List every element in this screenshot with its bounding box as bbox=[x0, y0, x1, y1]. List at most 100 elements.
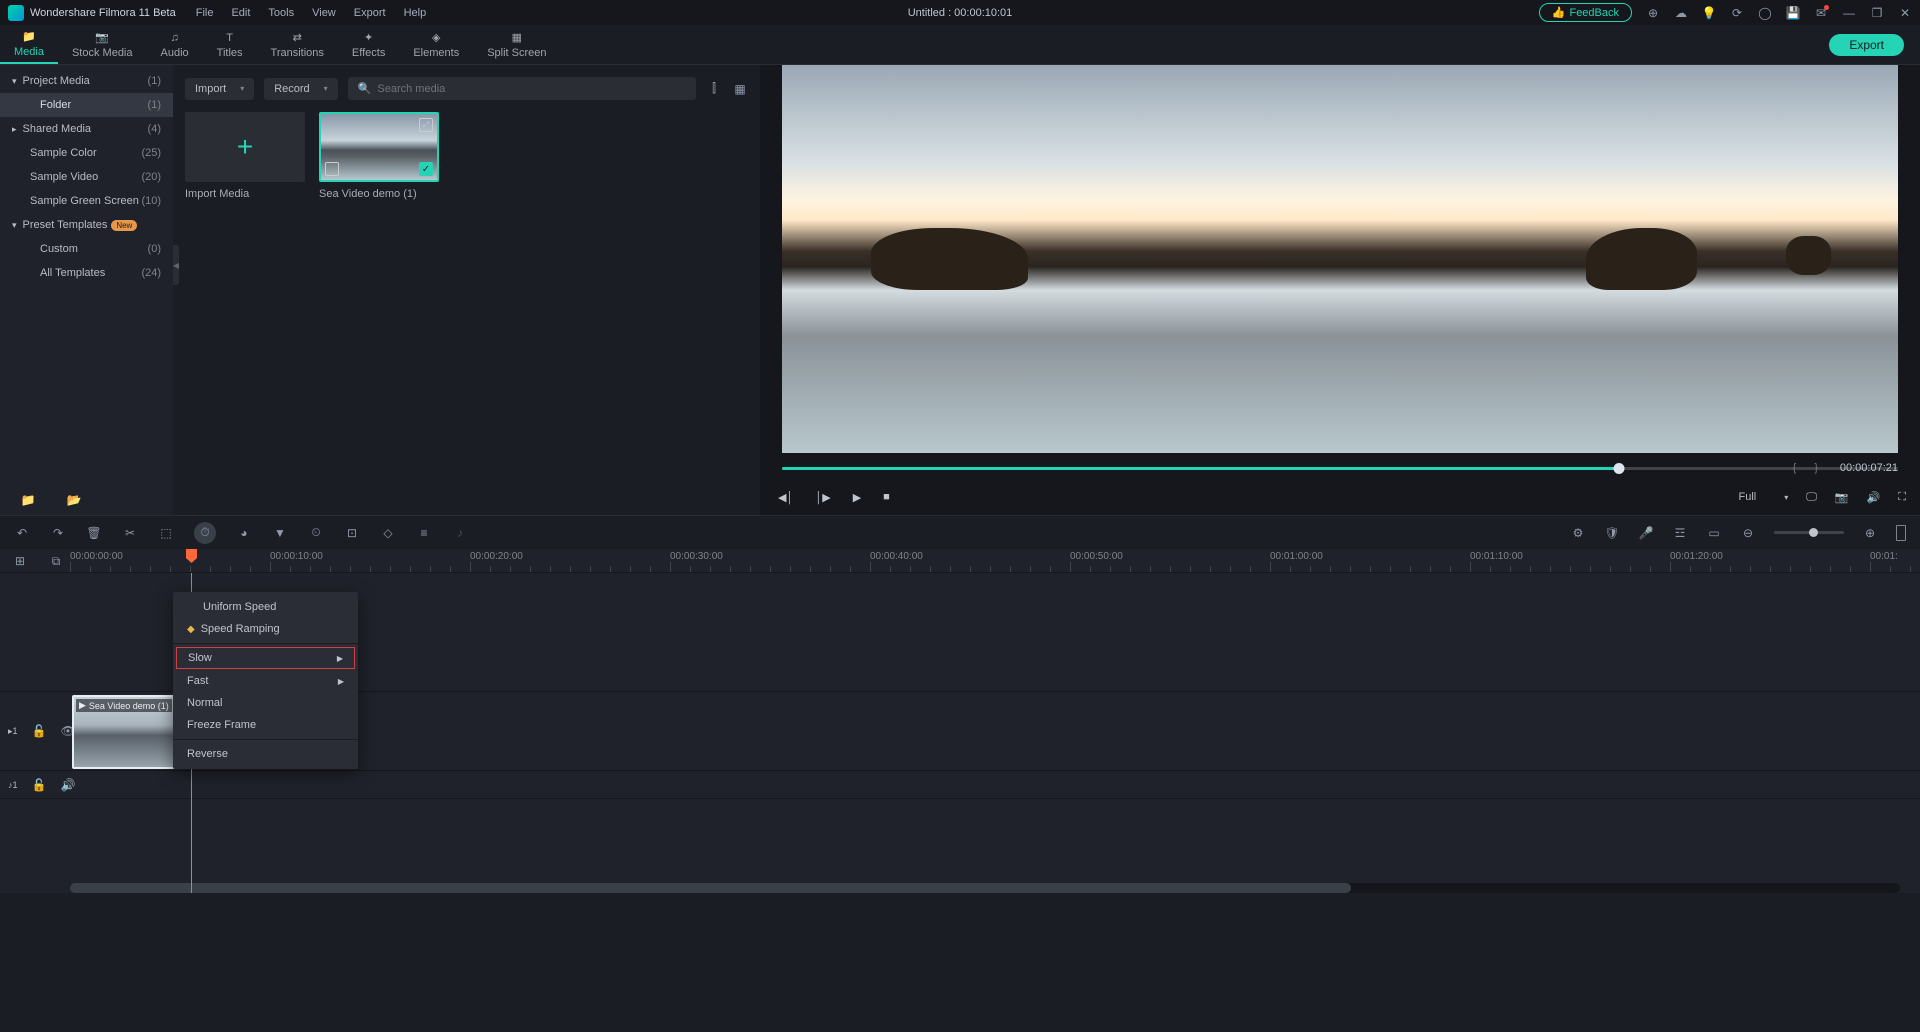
new-folder-icon[interactable]: 📁 bbox=[20, 493, 36, 507]
ctx-normal[interactable]: Normal bbox=[173, 692, 358, 714]
sidebar-custom[interactable]: Custom(0) bbox=[0, 237, 173, 261]
collapse-sidebar[interactable]: ◀ bbox=[173, 245, 179, 285]
ctx-freeze-frame[interactable]: Freeze Frame bbox=[173, 714, 358, 736]
quality-dropdown[interactable]: Full▾ bbox=[1739, 491, 1789, 503]
ctx-fast[interactable]: Fast▶ bbox=[173, 670, 358, 692]
ctx-speed-ramping[interactable]: ◆Speed Ramping bbox=[173, 618, 358, 640]
sidebar-shared-media[interactable]: Shared Media(4) bbox=[0, 117, 173, 141]
cloud-icon[interactable]: ☁ bbox=[1674, 6, 1688, 20]
image-badge-icon bbox=[325, 162, 339, 176]
zoom-in-icon[interactable]: ⊕ bbox=[1862, 526, 1878, 540]
import-media-tile[interactable]: + Import Media bbox=[185, 112, 305, 200]
sidebar-project-media[interactable]: Project Media(1) bbox=[0, 69, 173, 93]
open-folder-icon[interactable]: 📂 bbox=[66, 493, 82, 507]
next-frame-icon[interactable]: │▶ bbox=[815, 491, 830, 504]
scrub-handle[interactable] bbox=[1614, 463, 1625, 474]
sidebar-sample-video[interactable]: Sample Video(20) bbox=[0, 165, 173, 189]
render-icon[interactable]: ▭ bbox=[1706, 526, 1722, 540]
tab-split-screen[interactable]: ▦Split Screen bbox=[473, 27, 560, 63]
export-button[interactable]: Export bbox=[1829, 34, 1904, 56]
filter-icon[interactable]: ⫿ bbox=[706, 81, 722, 96]
adjust-icon[interactable]: ≡ bbox=[416, 526, 432, 540]
minimize-icon[interactable]: — bbox=[1842, 6, 1856, 20]
timeline-ruler[interactable]: ⊞ ⧉ 00:00:00:0000:00:10:0000:00:20:0000:… bbox=[0, 549, 1920, 573]
lightbulb-icon[interactable]: 💡 bbox=[1702, 6, 1716, 20]
audio-icon[interactable]: ♪ bbox=[452, 526, 468, 540]
undo-icon[interactable]: ↶ bbox=[14, 526, 30, 540]
record-dropdown[interactable]: Record bbox=[264, 78, 337, 100]
redo-icon[interactable]: ↷ bbox=[50, 526, 66, 540]
shield-icon[interactable]: 🛡 bbox=[1604, 526, 1620, 540]
fullscreen-icon[interactable]: ⛶ bbox=[1898, 491, 1906, 504]
media-clip-tile[interactable]: ⤢ ✓ Sea Video demo (1) bbox=[319, 112, 439, 200]
help-icon[interactable]: ⟳ bbox=[1730, 6, 1744, 20]
tab-transitions[interactable]: ⇄Transitions bbox=[257, 27, 338, 63]
menu-file[interactable]: File bbox=[196, 7, 214, 19]
sidebar-preset-templates[interactable]: Preset TemplatesNew bbox=[0, 213, 173, 237]
menu-tools[interactable]: Tools bbox=[268, 7, 294, 19]
delete-icon[interactable]: 🗑 bbox=[86, 526, 102, 540]
preview-scrubber[interactable]: {} 00:00:07:21 bbox=[782, 459, 1898, 479]
close-icon[interactable]: ✕ bbox=[1898, 6, 1912, 20]
mark-out-icon[interactable]: } bbox=[1814, 462, 1818, 474]
track-add-icon[interactable]: ⊞ bbox=[12, 554, 28, 568]
tab-stock-media[interactable]: 📷Stock Media bbox=[58, 27, 147, 63]
lock-icon[interactable]: 🔓 bbox=[32, 724, 47, 738]
search-input[interactable]: 🔍Search media bbox=[348, 77, 696, 100]
tab-media[interactable]: 📁Media bbox=[0, 26, 58, 64]
split-icon[interactable]: ✂ bbox=[122, 526, 138, 540]
mic-icon[interactable]: 🎤 bbox=[1638, 526, 1654, 540]
speed-icon[interactable]: ⏱ bbox=[194, 522, 216, 544]
user-icon[interactable]: ◯ bbox=[1758, 6, 1772, 20]
green-screen-icon[interactable]: ▼ bbox=[272, 526, 288, 540]
magnet-icon[interactable]: ⧉ bbox=[48, 554, 64, 569]
settings-icon[interactable]: ⚙ bbox=[1570, 526, 1586, 540]
sidebar-all-templates[interactable]: All Templates(24) bbox=[0, 261, 173, 285]
audio-track[interactable]: ♪1 🔓 🔊 bbox=[0, 771, 1920, 799]
prev-frame-icon[interactable]: ◀│ bbox=[778, 491, 793, 504]
volume-icon[interactable]: 🔊 bbox=[1867, 491, 1881, 504]
expand-icon[interactable]: ⤢ bbox=[419, 118, 433, 132]
preview-viewport[interactable] bbox=[782, 65, 1898, 453]
menu-export[interactable]: Export bbox=[354, 7, 386, 19]
timeline-scrollbar[interactable] bbox=[70, 883, 1900, 893]
menu-edit[interactable]: Edit bbox=[231, 7, 250, 19]
import-dropdown[interactable]: Import bbox=[185, 78, 254, 100]
zoom-slider[interactable] bbox=[1774, 531, 1844, 534]
sidebar-sample-green[interactable]: Sample Green Screen(10) bbox=[0, 189, 173, 213]
crop-icon[interactable]: ⬚ bbox=[158, 526, 174, 540]
zoom-out-icon[interactable]: ⊖ bbox=[1740, 526, 1756, 540]
feedback-button[interactable]: 👍 FeedBack bbox=[1539, 3, 1632, 22]
tab-elements[interactable]: ◈Elements bbox=[399, 27, 473, 63]
menu-help[interactable]: Help bbox=[404, 7, 427, 19]
stop-icon[interactable]: ■ bbox=[883, 491, 890, 504]
mute-icon[interactable]: 🔊 bbox=[60, 778, 75, 792]
tab-label: Audio bbox=[161, 47, 189, 59]
tab-audio[interactable]: ♫Audio bbox=[147, 27, 203, 63]
motion-track-icon[interactable]: ⊡ bbox=[344, 526, 360, 540]
menu-view[interactable]: View bbox=[312, 7, 336, 19]
ctx-reverse[interactable]: Reverse bbox=[173, 743, 358, 765]
separator bbox=[173, 739, 358, 740]
keyframe-icon[interactable]: ◇ bbox=[380, 526, 396, 540]
maximize-icon[interactable]: ❐ bbox=[1870, 6, 1884, 20]
play-icon[interactable]: ▶ bbox=[853, 491, 861, 504]
sidebar-folder[interactable]: Folder(1) bbox=[0, 93, 173, 117]
lock-icon[interactable]: 🔓 bbox=[32, 778, 47, 792]
grid-view-icon[interactable]: ▦ bbox=[732, 82, 748, 96]
sidebar-sample-color[interactable]: Sample Color(25) bbox=[0, 141, 173, 165]
zoom-fit-icon[interactable] bbox=[1896, 525, 1906, 541]
tab-effects[interactable]: ✦Effects bbox=[338, 27, 399, 63]
mark-in-icon[interactable]: { bbox=[1793, 462, 1797, 474]
mixer-icon[interactable]: ☲ bbox=[1672, 526, 1688, 540]
add-project-icon[interactable]: ⊕ bbox=[1646, 6, 1660, 20]
display-icon[interactable]: 🖵 bbox=[1806, 491, 1817, 504]
color-icon[interactable]: ◕ bbox=[236, 526, 252, 540]
ctx-slow[interactable]: Slow▶ bbox=[176, 647, 355, 669]
notification-icon[interactable]: ✉ bbox=[1814, 6, 1828, 20]
save-icon[interactable]: 💾 bbox=[1786, 6, 1800, 20]
ctx-uniform-speed[interactable]: Uniform Speed bbox=[173, 596, 358, 618]
tab-titles[interactable]: TTitles bbox=[203, 27, 257, 63]
snapshot-icon[interactable]: 📷 bbox=[1835, 491, 1849, 504]
duration-icon[interactable]: ⏲ bbox=[308, 525, 324, 540]
